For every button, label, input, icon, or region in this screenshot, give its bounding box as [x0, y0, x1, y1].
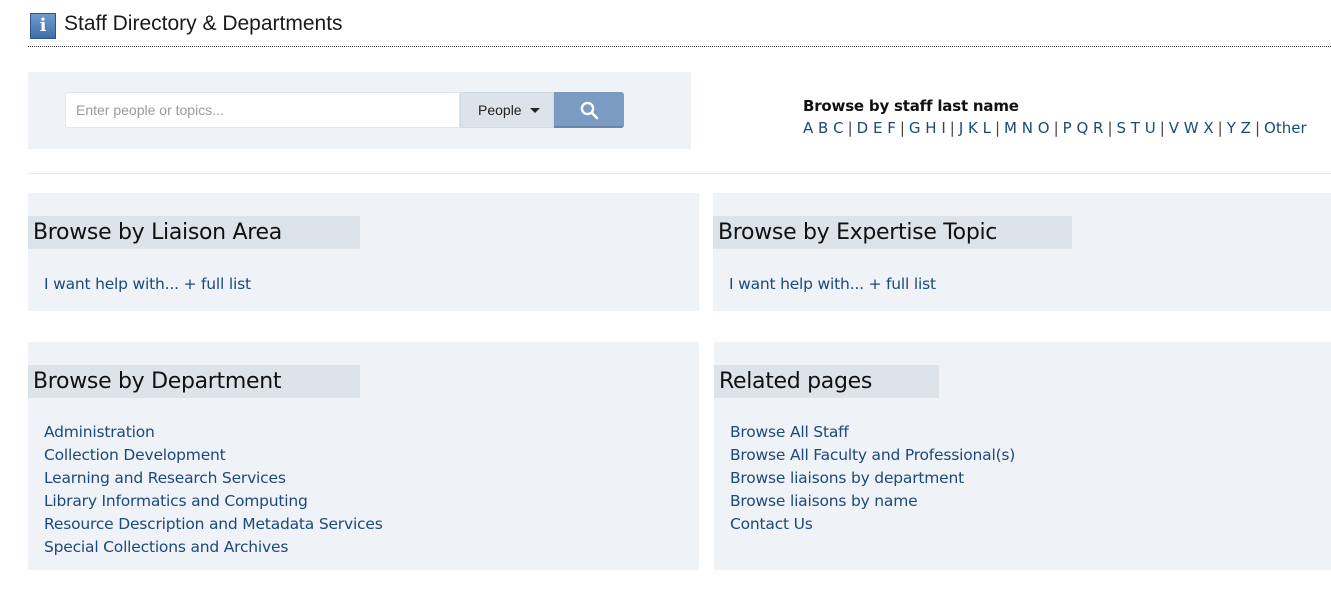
department-list: Administration Collection Development Le… — [44, 421, 383, 559]
department-link-administration[interactable]: Administration — [44, 421, 383, 444]
related-link-contact-us[interactable]: Contact Us — [730, 513, 1015, 536]
department-link-collection-development[interactable]: Collection Development — [44, 444, 383, 467]
letter-separator: | — [1107, 119, 1113, 137]
letter-separator: | — [1254, 119, 1261, 137]
letter-link-mno[interactable]: M N O — [1004, 119, 1050, 137]
related-link-liaisons-by-name[interactable]: Browse liaisons by name — [730, 490, 1015, 513]
search-icon — [580, 101, 599, 120]
page-header: i Staff Directory & Departments — [28, 10, 1331, 47]
letter-separator: | — [1159, 119, 1165, 137]
letter-link-stu[interactable]: S T U — [1117, 119, 1156, 137]
department-panel: Browse by Department Administration Coll… — [28, 342, 699, 570]
letter-separator: | — [899, 119, 905, 137]
letter-link-def[interactable]: D E F — [857, 119, 896, 137]
letter-separator: | — [1217, 119, 1223, 137]
related-link-liaisons-by-department[interactable]: Browse liaisons by department — [730, 467, 1015, 490]
browse-lastname-heading: Browse by staff last name — [803, 97, 1019, 115]
letter-links: A B C | D E F | G H I | J K L | M N O | P Q R | S T … — [803, 119, 1307, 137]
search-scope-dropdown[interactable]: People — [460, 92, 554, 128]
letter-link-pqr[interactable]: P Q R — [1063, 119, 1104, 137]
letter-separator: | — [994, 119, 1001, 137]
letter-link-ghi[interactable]: G H I — [909, 119, 946, 137]
liaison-full-list-link[interactable]: I want help with... + full list — [44, 273, 251, 296]
expertise-panel-title: Browse by Expertise Topic — [713, 216, 1072, 249]
search-input[interactable] — [65, 92, 460, 128]
department-link-library-informatics[interactable]: Library Informatics and Computing — [44, 490, 383, 513]
expertise-full-list-link[interactable]: I want help with... + full list — [729, 273, 936, 296]
liaison-panel-title: Browse by Liaison Area — [28, 216, 360, 249]
letter-separator: | — [949, 119, 955, 137]
expertise-panel: Browse by Expertise Topic I want help wi… — [713, 193, 1331, 311]
letter-link-other[interactable]: Other — [1264, 119, 1307, 137]
letter-link-jkl[interactable]: J K L — [959, 119, 991, 137]
section-divider — [28, 173, 1331, 174]
department-link-special-collections[interactable]: Special Collections and Archives — [44, 536, 383, 559]
letter-link-vwx[interactable]: V W X — [1169, 119, 1214, 137]
related-link-browse-faculty[interactable]: Browse All Faculty and Professional(s) — [730, 444, 1015, 467]
page-title: Staff Directory & Departments — [64, 12, 343, 35]
letter-separator: | — [1053, 119, 1059, 137]
letter-link-abc[interactable]: A B C — [803, 119, 844, 137]
search-scope-label: People — [478, 102, 522, 118]
letter-link-yz[interactable]: Y Z — [1227, 119, 1251, 137]
related-pages-list: Browse All Staff Browse All Faculty and … — [730, 421, 1015, 536]
info-icon: i — [30, 13, 56, 39]
search-panel: People — [28, 72, 691, 149]
letter-separator: | — [847, 119, 853, 137]
department-panel-title: Browse by Department — [28, 365, 360, 398]
browse-by-lastname: Browse by staff last name A B C | D E F | G … — [803, 97, 1307, 137]
liaison-panel: Browse by Liaison Area I want help with.… — [28, 193, 699, 311]
related-pages-title: Related pages — [714, 365, 939, 398]
search-button[interactable] — [554, 92, 624, 128]
department-link-learning-research[interactable]: Learning and Research Services — [44, 467, 383, 490]
related-link-browse-all-staff[interactable]: Browse All Staff — [730, 421, 1015, 444]
department-link-resource-description[interactable]: Resource Description and Metadata Servic… — [44, 513, 383, 536]
chevron-down-icon — [530, 108, 540, 113]
related-pages-panel: Related pages Browse All Staff Browse Al… — [714, 342, 1331, 570]
